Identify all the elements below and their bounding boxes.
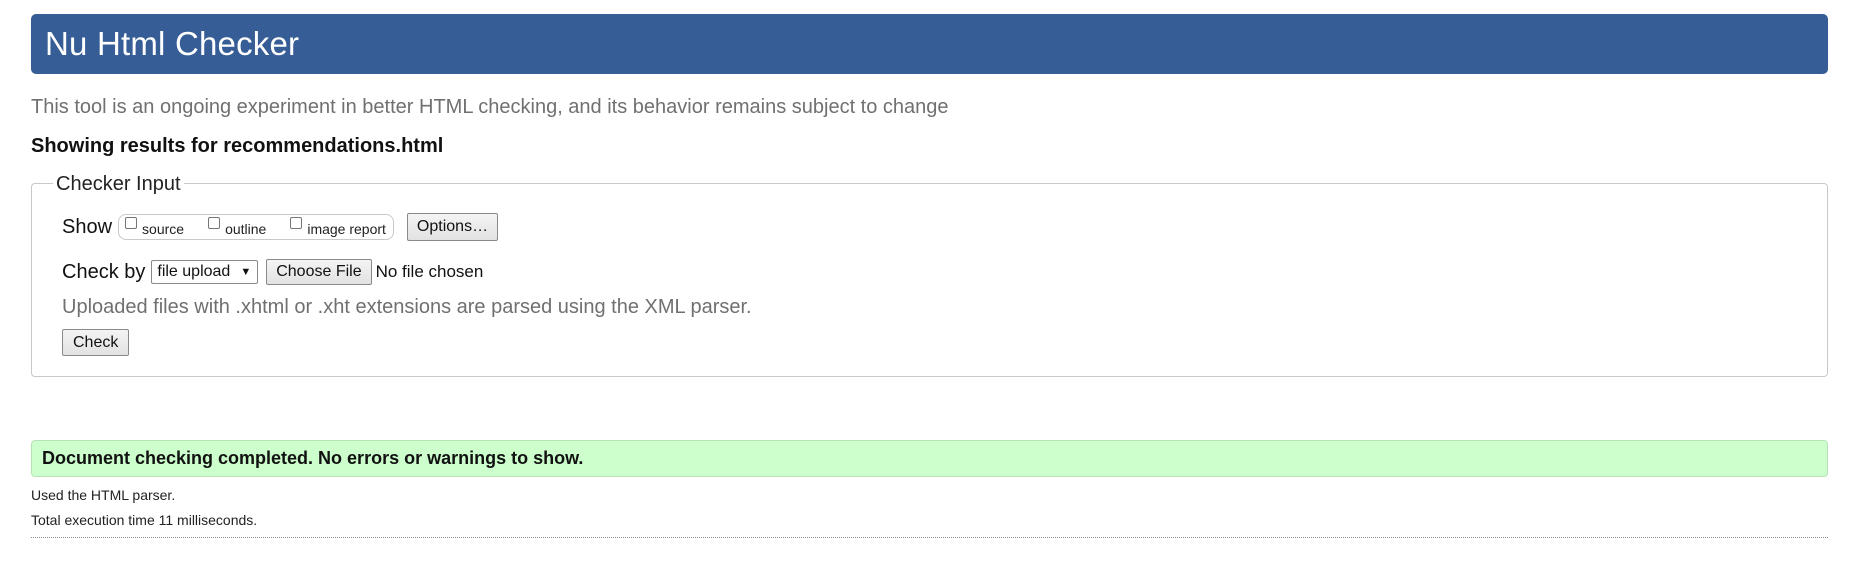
success-banner: Document checking completed. No errors o… [31,440,1828,477]
outline-label: outline [225,221,267,237]
image-report-label: image report [307,221,386,237]
show-option-outline[interactable]: outline [208,217,267,237]
results-heading: Showing results for recommendations.html [31,135,443,158]
show-row: Show source outline image report Options… [62,213,499,241]
tagline: This tool is an ongoing experiment in be… [31,96,949,118]
execution-time: Total execution time 11 milliseconds. [31,512,258,528]
file-status: No file chosen [375,262,484,281]
parser-info: Used the HTML parser. [31,487,176,503]
results-filename: recommendations.html [223,135,444,157]
checker-input-fieldset: Checker Input Show source outline image … [31,172,1828,377]
page-title: Nu Html Checker [45,25,300,62]
page: Nu Html Checker This tool is an ongoing … [0,0,1852,585]
check-button[interactable]: Check [62,329,130,356]
upload-note: Uploaded files with .xhtml or .xht exten… [62,296,752,318]
outline-checkbox[interactable] [208,217,221,229]
image-report-checkbox[interactable] [290,217,303,229]
show-options-group: source outline image report [118,214,394,240]
header-bar: Nu Html Checker [31,14,1828,74]
source-label: source [142,221,185,237]
source-checkbox[interactable] [125,217,138,229]
show-option-image-report[interactable]: image report [290,217,386,237]
check-by-select[interactable]: file upload ▼ [151,260,259,284]
check-by-selected-value: file upload [157,263,231,280]
results-prefix: Showing results for [31,135,224,157]
check-by-label: Check by [62,260,146,283]
choose-file-button[interactable]: Choose File [266,259,372,285]
options-button[interactable]: Options… [406,213,499,241]
checker-input-legend: Checker Input [53,172,184,196]
dotted-divider [31,537,1828,538]
show-option-source[interactable]: source [125,217,185,237]
show-label: Show [62,215,113,238]
dropdown-arrow-icon: ▼ [240,266,252,278]
check-by-row: Check by file upload ▼ Choose File No fi… [62,259,483,285]
